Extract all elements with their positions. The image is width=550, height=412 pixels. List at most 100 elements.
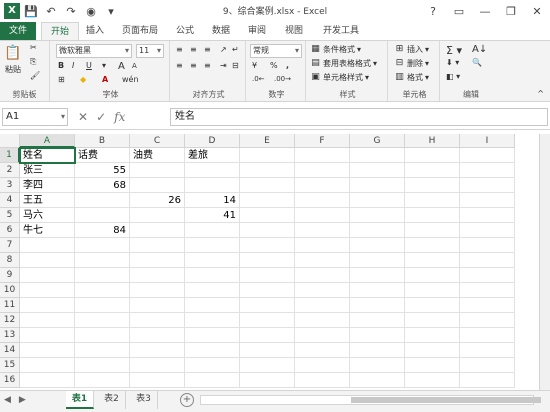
cell-e16[interactable] (240, 373, 295, 388)
cell-e14[interactable] (240, 343, 295, 358)
phonetic-icon[interactable]: wén (122, 75, 139, 84)
cell-f12[interactable] (295, 313, 350, 328)
tab-home[interactable]: 开始 (41, 22, 79, 40)
cell-a12[interactable] (20, 313, 75, 328)
tab-insert[interactable]: 插入 (80, 22, 110, 40)
cell-b7[interactable] (75, 238, 130, 253)
column-header-e[interactable]: E (240, 134, 295, 148)
align-center-icon[interactable]: ≡ (190, 61, 197, 70)
chevron-down-icon[interactable]: ▾ (102, 61, 106, 70)
cell-c11[interactable] (130, 298, 185, 313)
align-top-icon[interactable]: ≡ (176, 45, 183, 54)
select-all-corner[interactable] (0, 134, 20, 148)
cell-i4[interactable] (460, 193, 515, 208)
cell-c3[interactable] (130, 178, 185, 193)
cell-e5[interactable] (240, 208, 295, 223)
cell-a1[interactable]: 姓名 (19, 147, 76, 164)
row-header-14[interactable]: 14 (0, 343, 20, 358)
column-header-h[interactable]: H (405, 134, 460, 148)
cell-f1[interactable] (295, 148, 350, 163)
cell-e6[interactable] (240, 223, 295, 238)
borders-icon[interactable]: ⊞ (58, 75, 65, 84)
tab-formulas[interactable]: 公式 (170, 22, 200, 40)
cancel-icon[interactable]: ✕ (78, 110, 88, 124)
cell-c5[interactable] (130, 208, 185, 223)
row-header-6[interactable]: 6 (0, 223, 20, 238)
cell-d7[interactable] (185, 238, 240, 253)
vertical-scrollbar[interactable] (539, 134, 550, 390)
cell-f6[interactable] (295, 223, 350, 238)
cell-a15[interactable] (20, 358, 75, 373)
cell-e11[interactable] (240, 298, 295, 313)
cell-h4[interactable] (405, 193, 460, 208)
cell-b12[interactable] (75, 313, 130, 328)
format-painter-icon[interactable]: 🖌 (30, 71, 40, 80)
font-name-select[interactable]: 微软雅黑 (56, 44, 132, 58)
increase-decimal-icon[interactable]: .0← (252, 75, 265, 83)
cell-e2[interactable] (240, 163, 295, 178)
cell-b1[interactable]: 话费 (75, 148, 130, 163)
cell-h6[interactable] (405, 223, 460, 238)
cell-a7[interactable] (20, 238, 75, 253)
cell-i15[interactable] (460, 358, 515, 373)
worksheet-grid[interactable]: A B C D E F G H I 1 姓名 话费 油费 差旅 2 张三 55 3 李四 68 4 王五 26 14 5 马六 41… (0, 134, 550, 390)
cell-b3[interactable]: 68 (75, 178, 130, 193)
cell-c2[interactable] (130, 163, 185, 178)
cell-b13[interactable] (75, 328, 130, 343)
cell-h2[interactable] (405, 163, 460, 178)
cell-d11[interactable] (185, 298, 240, 313)
cell-e13[interactable] (240, 328, 295, 343)
cell-g13[interactable] (350, 328, 405, 343)
cell-e8[interactable] (240, 253, 295, 268)
cell-g1[interactable] (350, 148, 405, 163)
conditional-format-button[interactable]: ▦ 条件格式 ▾ (310, 44, 361, 55)
sheet-tab-3[interactable]: 表3 (130, 391, 158, 409)
cell-h8[interactable] (405, 253, 460, 268)
tab-view[interactable]: 视图 (279, 22, 309, 40)
cell-e15[interactable] (240, 358, 295, 373)
row-header-12[interactable]: 12 (0, 313, 20, 328)
cell-c14[interactable] (130, 343, 185, 358)
cell-d8[interactable] (185, 253, 240, 268)
cell-g3[interactable] (350, 178, 405, 193)
cell-g16[interactable] (350, 373, 405, 388)
sort-filter-icon[interactable]: A↓ (472, 44, 487, 55)
cell-a14[interactable] (20, 343, 75, 358)
cell-h1[interactable] (405, 148, 460, 163)
decrease-decimal-icon[interactable]: .00→ (274, 75, 291, 83)
cell-i2[interactable] (460, 163, 515, 178)
sheet-tab-2[interactable]: 表2 (98, 391, 126, 409)
formula-input[interactable]: 姓名 (170, 108, 548, 126)
fill-icon[interactable]: ⬇ ▾ (446, 58, 459, 67)
grow-font-button[interactable]: A (118, 61, 125, 72)
cell-b14[interactable] (75, 343, 130, 358)
comma-button[interactable]: , (286, 61, 289, 70)
help-icon[interactable]: ? (420, 0, 446, 22)
cell-b9[interactable] (75, 268, 130, 283)
cell-c16[interactable] (130, 373, 185, 388)
cell-a11[interactable] (20, 298, 75, 313)
cell-i3[interactable] (460, 178, 515, 193)
cell-h11[interactable] (405, 298, 460, 313)
cell-c6[interactable] (130, 223, 185, 238)
restore-icon[interactable]: ❐ (498, 0, 524, 22)
cell-a16[interactable] (20, 373, 75, 388)
wrap-text-icon[interactable]: ↵ (232, 45, 239, 54)
cell-f4[interactable] (295, 193, 350, 208)
cell-d13[interactable] (185, 328, 240, 343)
currency-icon[interactable]: ¥ (252, 61, 257, 70)
cell-a8[interactable] (20, 253, 75, 268)
cell-i1[interactable] (460, 148, 515, 163)
cell-e12[interactable] (240, 313, 295, 328)
cell-g14[interactable] (350, 343, 405, 358)
cell-g8[interactable] (350, 253, 405, 268)
cell-d14[interactable] (185, 343, 240, 358)
minimize-icon[interactable]: — (472, 0, 498, 22)
cell-d4[interactable]: 14 (185, 193, 240, 208)
format-as-table-button[interactable]: ▤ 套用表格格式 ▾ (310, 58, 377, 69)
row-header-2[interactable]: 2 (0, 163, 20, 178)
cut-icon[interactable]: ✂ (30, 43, 37, 52)
cell-h13[interactable] (405, 328, 460, 343)
cell-f9[interactable] (295, 268, 350, 283)
cell-h12[interactable] (405, 313, 460, 328)
